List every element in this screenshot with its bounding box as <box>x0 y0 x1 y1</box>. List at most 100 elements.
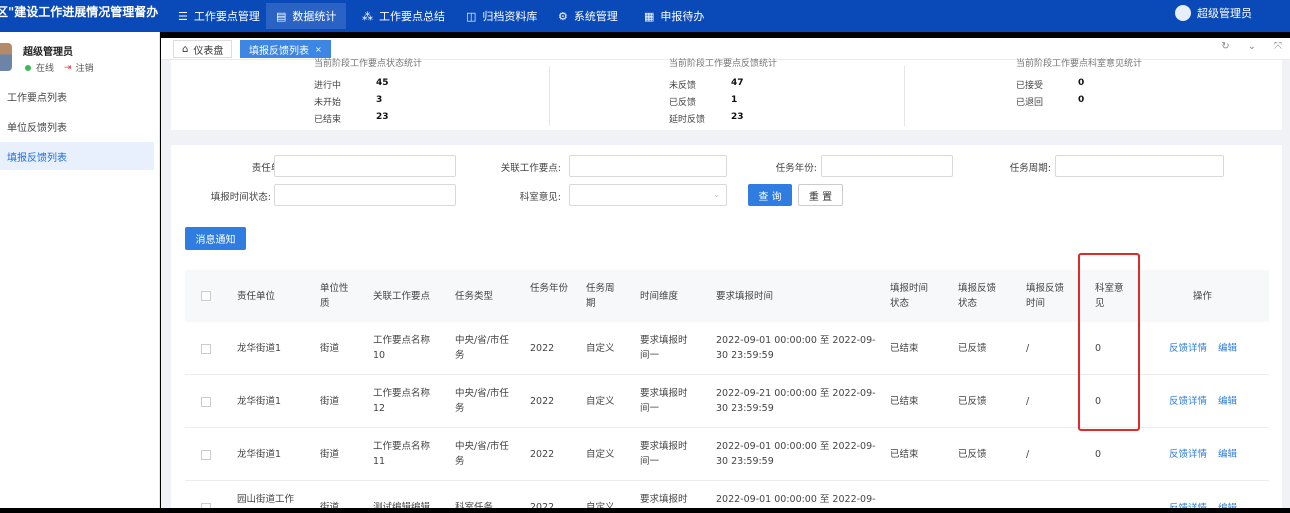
nav-system-management[interactable]: ⚙ 系统管理 <box>548 3 628 29</box>
cell-dimension: 要求填报时间一 <box>640 388 688 414</box>
cell-time-status: 已结束 <box>890 396 919 407</box>
nav-data-statistics[interactable]: ▤ 数据统计 <box>266 3 347 29</box>
cell-cycle: 自定义 <box>586 449 615 460</box>
cell-unit: 龙华街道1 <box>237 396 282 407</box>
cycle-input[interactable] <box>1055 155 1224 177</box>
top-nav-bar: 区"建设工作进展情况管理督办 ☰ 工作要点管理 ▤ 数据统计 ⁂ 工作要点总结 ◫ 归档… <box>0 0 1290 32</box>
cell-unit: 园山街道工作 <box>237 494 295 505</box>
gear-icon: ⚙ <box>558 9 568 23</box>
cell-keypoint: 工作要点名称12 <box>373 388 431 414</box>
sidebar-item-keypoint-list[interactable]: 工作要点列表 <box>0 82 154 110</box>
sitemap-icon: ⁂ <box>362 9 373 23</box>
list-icon: ☰ <box>178 9 188 23</box>
reset-button[interactable]: 重 置 <box>798 184 843 206</box>
sidebar: 超级管理员 在线 ⇥ 注销 工作要点列表 单位反馈列表 填报反馈列表 <box>0 32 160 513</box>
feedback-detail-link[interactable]: 反馈详情 <box>1169 394 1207 409</box>
opinion-label: 科室意见: <box>519 192 561 203</box>
tab-dashboard[interactable]: ⌂ 仪表盘 <box>173 40 233 58</box>
cell-unit: 龙华街道1 <box>237 343 282 354</box>
close-icon[interactable]: × <box>315 45 322 54</box>
fullscreen-icon[interactable]: ⤧ <box>1274 41 1282 52</box>
query-button[interactable]: 查 询 <box>748 184 792 206</box>
edit-link[interactable]: 编辑 <box>1218 394 1237 409</box>
th-opinion: 科室意见 <box>1095 283 1124 309</box>
app-title: 区"建设工作进展情况管理督办 <box>0 5 159 19</box>
nav-keypoint-summary[interactable]: ⁂ 工作要点总结 <box>352 3 455 29</box>
profile-avatar <box>0 43 12 71</box>
feedback-stats: 当前阶段工作要点反馈统计 未反馈 47 已反馈 1 延时反馈 23 <box>669 59 778 125</box>
divider <box>549 66 550 126</box>
profile-name: 超级管理员 <box>23 47 73 58</box>
refresh-icon[interactable]: ↻ <box>1221 41 1229 52</box>
cycle-label: 任务周期: <box>1009 163 1051 174</box>
cell-required-time: 2022-09-01 00:00:00 至 2022-09-30 23:59:5… <box>716 441 876 467</box>
cell-type: 中央/省/市任务 <box>455 335 509 361</box>
cell-type: 中央/省/市任务 <box>455 388 509 414</box>
year-label: 任务年份: <box>775 163 817 174</box>
profile-status: 在线 ⇥ 注销 <box>25 61 94 74</box>
th-feedback-status: 填报反馈状态 <box>958 283 997 309</box>
cell-opinion: 0 <box>1095 343 1102 354</box>
cell-feedback-time: / <box>1026 343 1030 354</box>
th-required-time: 要求填报时间 <box>716 291 774 302</box>
feedback-detail-link[interactable]: 反馈详情 <box>1169 447 1207 462</box>
sidebar-item-fill-feedback[interactable]: 填报反馈列表 <box>0 142 154 170</box>
opinion-select[interactable]: ⌄ <box>569 184 727 206</box>
table-header: 责任单位 单位性质 关联工作要点 任务类型 任务年份 任务周期 时间维度 要求填… <box>185 270 1269 322</box>
cell-year: 2022 <box>530 343 555 354</box>
cell-keypoint: 工作要点名称11 <box>373 441 431 467</box>
row-checkbox[interactable] <box>201 397 211 407</box>
edit-link[interactable]: 编辑 <box>1218 341 1237 356</box>
cell-nature: 街道 <box>320 343 340 354</box>
avatar <box>1175 5 1191 21</box>
table-row: 龙华街道1 街道 工作要点名称11 中央/省/市任务 2022 自定义 要求填报… <box>185 428 1269 481</box>
cell-unit: 龙华街道1 <box>237 449 282 460</box>
sidebar-item-unit-feedback[interactable]: 单位反馈列表 <box>0 112 154 140</box>
cell-opinion: 0 <box>1095 396 1102 407</box>
logout-link[interactable]: 注销 <box>76 61 94 74</box>
th-year: 任务年份 <box>530 283 569 294</box>
th-type: 任务类型 <box>455 291 494 302</box>
time-status-label: 填报时间状态: <box>210 192 271 203</box>
row-checkbox[interactable] <box>201 344 211 354</box>
nav-declaration-todo[interactable]: ▦ 申报待办 <box>634 3 714 29</box>
divider <box>904 66 905 126</box>
time-status-input[interactable] <box>274 184 456 206</box>
tab-tools: ↻ ⌄ ⤧ <box>1221 41 1282 52</box>
archive-icon: ◫ <box>466 9 477 23</box>
status-stats: 当前阶段工作要点状态统计 进行中 45 未开始 3 已结束 23 <box>314 59 423 125</box>
cell-time-status: 已结束 <box>890 343 919 354</box>
cell-keypoint: 工作要点名称10 <box>373 335 431 361</box>
nav-keypoint-management[interactable]: ☰ 工作要点管理 <box>168 3 270 29</box>
th-nature: 单位性质 <box>320 283 349 309</box>
table-row: 龙华街道1 街道 工作要点名称12 中央/省/市任务 2022 自定义 要求填报… <box>185 375 1269 428</box>
user-profile: 超级管理员 在线 ⇥ 注销 <box>0 40 160 76</box>
chart-icon: ▤ <box>276 9 287 23</box>
cell-nature: 街道 <box>320 449 340 460</box>
th-unit: 责任单位 <box>237 291 276 302</box>
user-menu[interactable]: 超级管理员 <box>1175 5 1252 21</box>
th-feedback-time: 填报反馈时间 <box>1026 283 1065 309</box>
chevron-down-icon[interactable]: ⌄ <box>1248 41 1256 52</box>
edit-link[interactable]: 编辑 <box>1218 447 1237 462</box>
keypoint-label: 关联工作要点: <box>500 163 561 174</box>
logout-icon[interactable]: ⇥ <box>64 63 72 73</box>
feedback-detail-link[interactable]: 反馈详情 <box>1169 341 1207 356</box>
th-cycle: 任务周期 <box>586 283 615 309</box>
cell-nature: 街道 <box>320 396 340 407</box>
select-all-checkbox[interactable] <box>201 291 211 301</box>
row-checkbox[interactable] <box>201 450 211 460</box>
year-input[interactable] <box>821 155 953 177</box>
cell-cycle: 自定义 <box>586 343 615 354</box>
table-row: 龙华街道1 街道 工作要点名称10 中央/省/市任务 2022 自定义 要求填报… <box>185 322 1269 375</box>
cell-year: 2022 <box>530 449 555 460</box>
unit-input[interactable] <box>274 155 456 177</box>
th-time-status: 填报时间状态 <box>890 283 929 309</box>
notify-button[interactable]: 消息通知 <box>185 227 246 250</box>
cell-required-time: 2022-09-01 00:00:00 至 2022-09-30 23:59:5… <box>716 335 876 361</box>
cell-dimension: 要求填报时间一 <box>640 335 688 361</box>
th-actions: 操作 <box>1193 291 1213 302</box>
nav-archive-library[interactable]: ◫ 归档资料库 <box>456 3 547 29</box>
cell-feedback-status: 已反馈 <box>958 396 987 407</box>
keypoint-input[interactable] <box>569 155 727 177</box>
